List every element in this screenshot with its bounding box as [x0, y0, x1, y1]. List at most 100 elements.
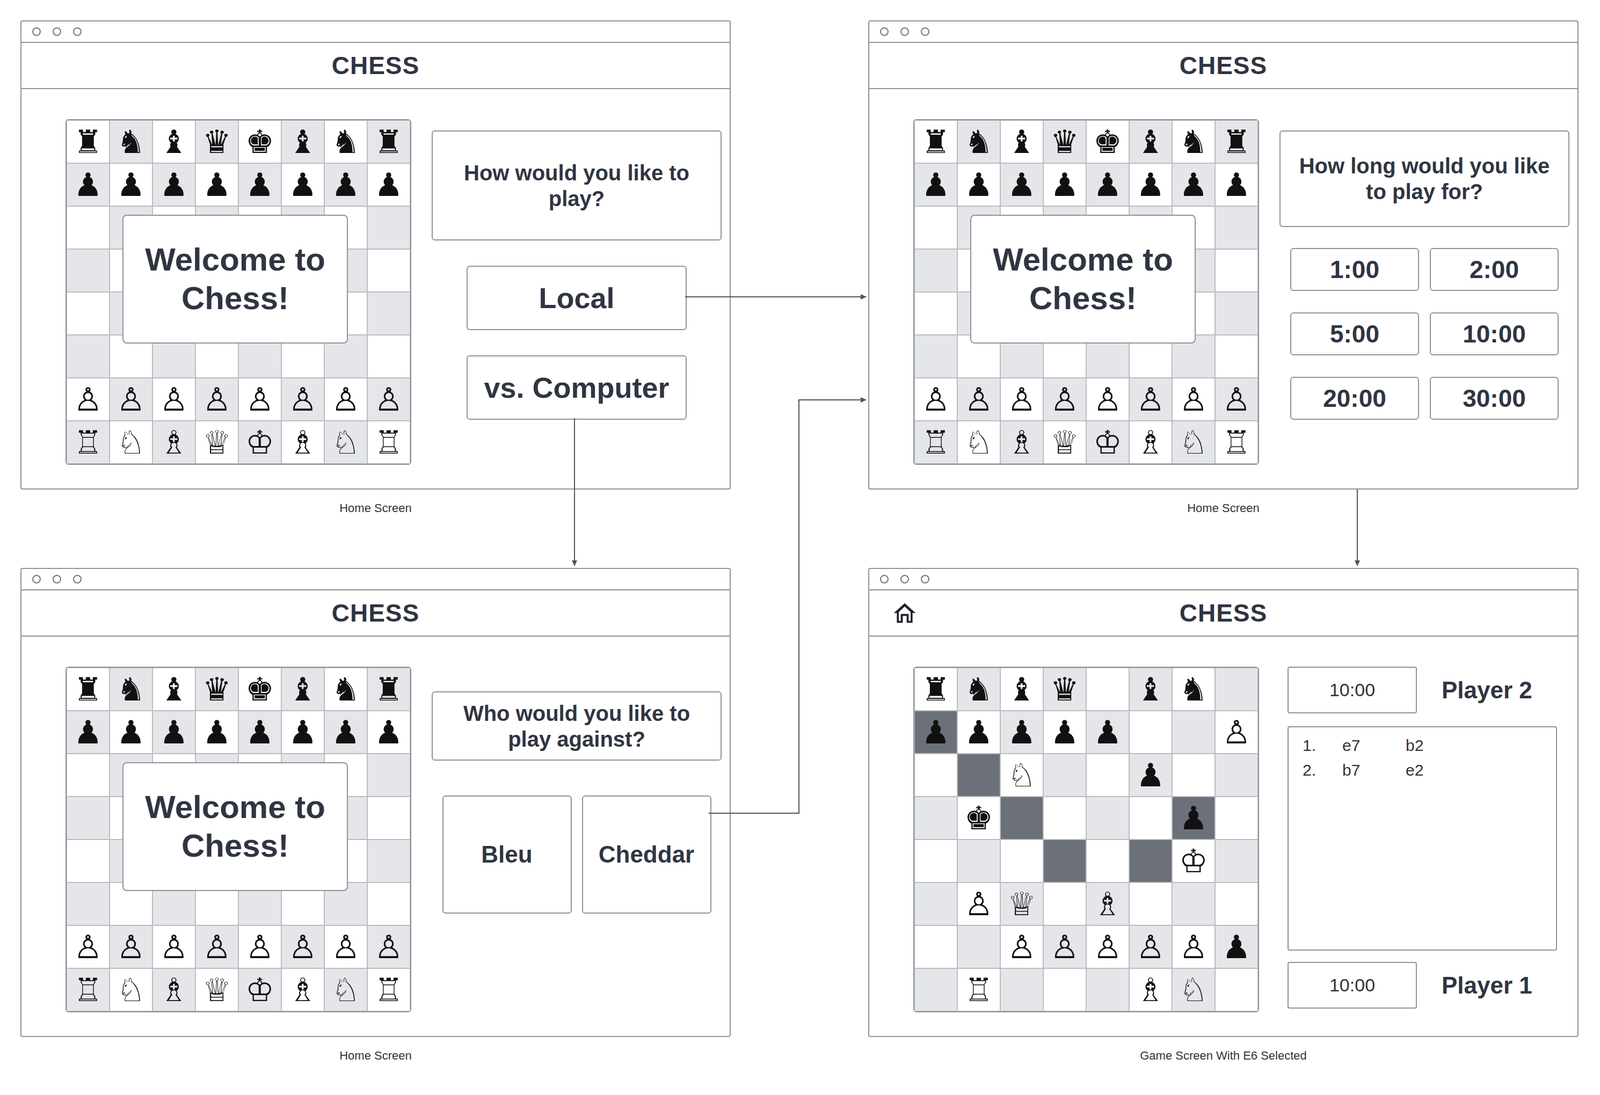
- board-square[interactable]: ♟: [109, 163, 153, 207]
- board-square[interactable]: ♙: [1215, 377, 1258, 421]
- board-square[interactable]: [1215, 882, 1258, 926]
- time-button[interactable]: 1:00: [1290, 248, 1420, 292]
- board-square[interactable]: ♗: [1086, 882, 1130, 926]
- board-square[interactable]: [66, 753, 110, 797]
- board-square[interactable]: ♟: [66, 710, 110, 754]
- board-square[interactable]: [1086, 968, 1130, 1012]
- board-square[interactable]: [1086, 667, 1130, 711]
- board-square[interactable]: ♘: [1172, 420, 1216, 464]
- board-square[interactable]: ♟: [1000, 710, 1044, 754]
- board-square[interactable]: ♘: [1172, 968, 1216, 1012]
- board-square[interactable]: [957, 753, 1001, 797]
- board-square[interactable]: ♟: [1086, 710, 1130, 754]
- board-square[interactable]: [1043, 753, 1087, 797]
- board-square[interactable]: ♕: [1000, 882, 1044, 926]
- board-square[interactable]: ♟: [152, 710, 196, 754]
- board-square[interactable]: [1086, 839, 1130, 883]
- board-square[interactable]: ♙: [152, 925, 196, 969]
- board-square[interactable]: ♟: [195, 710, 239, 754]
- board-square[interactable]: [367, 796, 411, 840]
- board-square[interactable]: ♔: [238, 420, 282, 464]
- board-square[interactable]: [1000, 839, 1044, 883]
- board-square[interactable]: ♖: [66, 420, 110, 464]
- board-square[interactable]: [1215, 968, 1258, 1012]
- board-square[interactable]: ♞: [1172, 667, 1216, 711]
- board-square[interactable]: [1215, 206, 1258, 250]
- board-square[interactable]: ♚: [957, 796, 1001, 840]
- board-square[interactable]: [1172, 882, 1216, 926]
- board-square[interactable]: ♜: [66, 120, 110, 164]
- board-square[interactable]: [914, 753, 958, 797]
- board-square[interactable]: [1086, 796, 1130, 840]
- board-square[interactable]: [1043, 882, 1087, 926]
- board-square[interactable]: ♖: [367, 968, 411, 1012]
- board-square[interactable]: ♙: [1172, 377, 1216, 421]
- board-square[interactable]: ♟: [324, 710, 368, 754]
- board-square[interactable]: [66, 335, 110, 378]
- opponent-button[interactable]: Cheddar: [582, 795, 712, 914]
- board-square[interactable]: ♘: [109, 968, 153, 1012]
- board-square[interactable]: ♝: [152, 667, 196, 711]
- board-square[interactable]: ♟: [914, 710, 958, 754]
- board-square[interactable]: [1172, 710, 1216, 754]
- board-square[interactable]: ♜: [1215, 120, 1258, 164]
- board-square[interactable]: ♙: [152, 377, 196, 421]
- board-square[interactable]: [367, 335, 411, 378]
- board-square[interactable]: ♟: [238, 710, 282, 754]
- board-square[interactable]: ♝: [1000, 667, 1044, 711]
- board-square[interactable]: ♙: [1043, 377, 1087, 421]
- time-button[interactable]: 30:00: [1429, 376, 1559, 420]
- board-square[interactable]: [1043, 839, 1087, 883]
- board-square[interactable]: ♞: [957, 120, 1001, 164]
- board-square[interactable]: ♜: [66, 667, 110, 711]
- board-square[interactable]: [1215, 667, 1258, 711]
- board-square[interactable]: ♟: [367, 710, 411, 754]
- board-square[interactable]: ♗: [152, 968, 196, 1012]
- board-square[interactable]: ♖: [914, 420, 958, 464]
- board-square[interactable]: ♘: [324, 968, 368, 1012]
- board-square[interactable]: ♟: [238, 163, 282, 207]
- board-square[interactable]: ♙: [1000, 377, 1044, 421]
- board-square[interactable]: ♙: [109, 377, 153, 421]
- board-square[interactable]: ♖: [66, 968, 110, 1012]
- board-square[interactable]: ♖: [367, 420, 411, 464]
- time-button[interactable]: 10:00: [1429, 312, 1559, 356]
- board-square[interactable]: [914, 925, 958, 969]
- board-square[interactable]: [1172, 753, 1216, 797]
- board-square[interactable]: ♗: [1129, 968, 1173, 1012]
- board-square[interactable]: ♕: [195, 968, 239, 1012]
- board-square[interactable]: ♝: [1000, 120, 1044, 164]
- board-square[interactable]: [367, 249, 411, 293]
- time-button[interactable]: 5:00: [1290, 312, 1420, 356]
- board-square[interactable]: [1215, 839, 1258, 883]
- opponent-button[interactable]: Bleu: [442, 795, 572, 914]
- board-square[interactable]: ♔: [238, 968, 282, 1012]
- board-square[interactable]: ♗: [1129, 420, 1173, 464]
- board-square[interactable]: [914, 839, 958, 883]
- board-square[interactable]: ♝: [1129, 667, 1173, 711]
- board-square[interactable]: [66, 839, 110, 883]
- board-square[interactable]: ♙: [66, 377, 110, 421]
- board-square[interactable]: ♟: [281, 710, 325, 754]
- board-square[interactable]: ♙: [1043, 925, 1087, 969]
- board-square[interactable]: ♘: [324, 420, 368, 464]
- mode-button[interactable]: Local: [466, 265, 687, 331]
- board-square[interactable]: ♖: [1215, 420, 1258, 464]
- board-square[interactable]: [66, 882, 110, 926]
- board-square[interactable]: ♟: [281, 163, 325, 207]
- board-square[interactable]: [957, 839, 1001, 883]
- board-square[interactable]: ♟: [957, 710, 1001, 754]
- board-square[interactable]: ♙: [1129, 377, 1173, 421]
- board-square[interactable]: [66, 249, 110, 293]
- board-square[interactable]: ♟: [195, 163, 239, 207]
- board-square[interactable]: ♝: [281, 667, 325, 711]
- board-square[interactable]: [367, 839, 411, 883]
- board-square[interactable]: ♝: [281, 120, 325, 164]
- board-square[interactable]: ♞: [1172, 120, 1216, 164]
- board-square[interactable]: ♙: [281, 377, 325, 421]
- board-square[interactable]: [1043, 796, 1087, 840]
- board-square[interactable]: ♟: [367, 163, 411, 207]
- board-square[interactable]: ♙: [195, 377, 239, 421]
- board-square[interactable]: ♖: [957, 968, 1001, 1012]
- board-square[interactable]: ♟: [1215, 163, 1258, 207]
